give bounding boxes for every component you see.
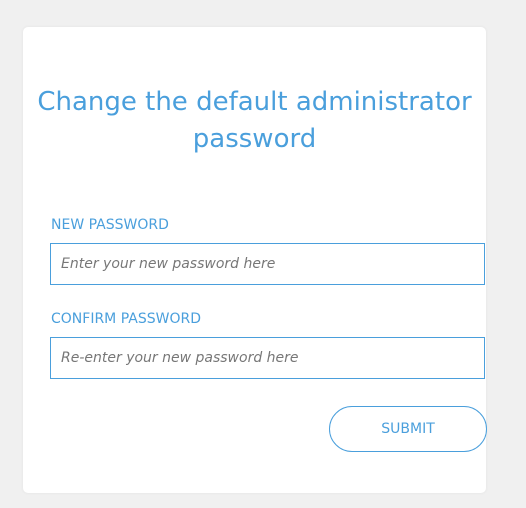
password-change-card: Change the default administrator passwor…	[23, 27, 487, 493]
confirm-password-input[interactable]	[50, 337, 485, 379]
page-title: Change the default administrator passwor…	[37, 87, 472, 154]
new-password-label: NEW PASSWORD	[51, 217, 169, 233]
submit-button[interactable]: SUBMIT	[329, 406, 487, 452]
confirm-password-label: CONFIRM PASSWORD	[51, 311, 201, 327]
new-password-input[interactable]	[50, 243, 485, 285]
